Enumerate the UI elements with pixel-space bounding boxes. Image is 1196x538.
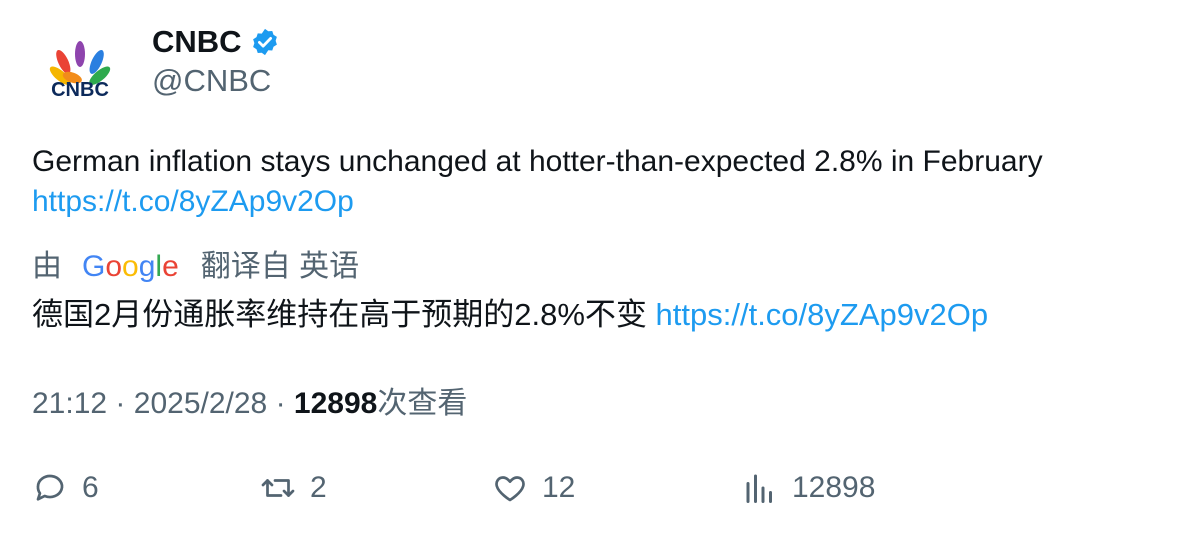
tweet-date[interactable]: 2025/2/28	[134, 387, 267, 420]
retweet-button[interactable]: 2	[260, 470, 327, 506]
action-bar: 6 2 12 12898	[32, 470, 1172, 514]
tweet-text: German inflation stays unchanged at hott…	[32, 145, 1043, 178]
retweet-count: 2	[310, 471, 327, 504]
meta-separator-2: ·	[275, 387, 286, 420]
translation-prefix: 由	[32, 250, 62, 283]
tweet-link[interactable]: https://t.co/8yZAp9v2Op	[32, 185, 354, 218]
heart-icon	[495, 476, 525, 502]
verified-badge-icon	[252, 28, 277, 56]
tweet-time[interactable]: 21:12	[32, 387, 107, 420]
tweet-body: German inflation stays unchanged at hott…	[32, 142, 1172, 222]
retweet-icon	[261, 479, 295, 497]
views-count: 12898	[293, 387, 378, 420]
svg-text:CNBC: CNBC	[51, 79, 109, 101]
views-label: 次查看	[377, 387, 468, 420]
views-action-count: 12898	[792, 471, 876, 504]
cnbc-peacock-logo-icon: CNBC	[49, 41, 111, 101]
author-name-text[interactable]: CNBC	[152, 24, 242, 60]
translation-attribution: 由 Google 翻译自 英语	[32, 247, 359, 287]
reply-button[interactable]: 6	[32, 470, 99, 506]
analytics-icon	[746, 474, 772, 503]
like-button[interactable]: 12	[492, 470, 575, 506]
meta-separator: ·	[115, 387, 126, 420]
author-display-name[interactable]: CNBC	[152, 24, 280, 60]
views-button[interactable]: 12898	[742, 470, 875, 506]
google-logo-icon[interactable]: Google	[82, 247, 179, 287]
translated-link[interactable]: https://t.co/8yZAp9v2Op	[656, 297, 989, 332]
reply-count: 6	[82, 471, 99, 504]
translated-text: 德国2月份通胀率维持在高于预期的2.8%不变	[32, 297, 647, 332]
like-count: 12	[542, 471, 576, 504]
translation-suffix: 翻译自 英语	[200, 250, 360, 283]
translated-body: 德国2月份通胀率维持在高于预期的2.8%不变 https://t.co/8yZA…	[32, 295, 988, 335]
tweet-meta: 21:12 · 2025/2/28 · 12898次查看	[32, 384, 467, 424]
reply-icon	[36, 474, 64, 501]
author-handle[interactable]: @CNBC	[152, 63, 271, 99]
avatar[interactable]: CNBC	[40, 38, 120, 102]
